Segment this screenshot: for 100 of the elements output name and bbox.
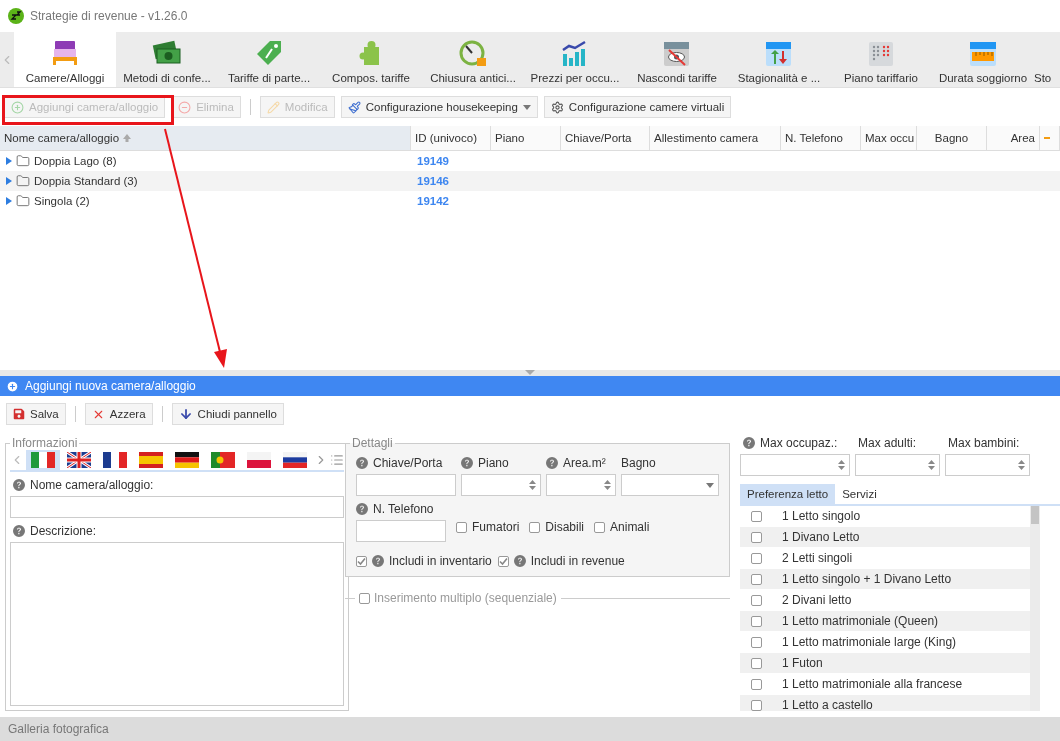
field-label: Chiave/Porta: [373, 456, 443, 470]
table-cell[interactable]: Singola (2): [34, 195, 90, 207]
help-icon: [372, 555, 384, 567]
column-header[interactable]: Chiave/Porta: [561, 126, 650, 151]
spin-field[interactable]: [461, 474, 541, 496]
checkbox-label: Includi in revenue: [530, 554, 625, 568]
checkbox[interactable]: [497, 555, 509, 567]
column-title: ID (univoco): [415, 132, 477, 144]
column-title: Max occu: [865, 132, 915, 144]
table-cell: 19142: [417, 195, 449, 207]
checkbox[interactable]: [751, 657, 762, 669]
british-flag-icon: [67, 452, 91, 468]
panel-button[interactable]: Azzera: [84, 403, 153, 425]
field-label: Bagno: [621, 456, 656, 470]
checkbox-label: 1 Letto matrimoniale (Queen): [782, 614, 939, 628]
spin-arrows-icon: [928, 459, 935, 471]
expand-caret-icon[interactable]: [6, 197, 12, 205]
checkbox[interactable]: [751, 531, 762, 543]
tab[interactable]: Servizi: [835, 484, 884, 504]
checkbox[interactable]: [751, 699, 762, 711]
ribbon-tab[interactable]: Compos. tariffe: [320, 32, 422, 87]
plus-icon: [11, 100, 24, 114]
checkbox[interactable]: [751, 678, 762, 690]
column-header[interactable]: Nome camera/alloggio: [0, 126, 411, 151]
panel-button[interactable]: Chiudi pannello: [171, 403, 284, 425]
column-header[interactable]: N. Telefono: [781, 126, 861, 151]
tab[interactable]: Preferenza letto: [740, 484, 836, 504]
checkbox-label: 2 Letti singoli: [782, 551, 853, 565]
ribbon-tab[interactable]: Prezzi per occu...: [524, 32, 626, 87]
spin-field[interactable]: [546, 474, 616, 496]
panel-button[interactable]: Salva: [6, 403, 66, 425]
input-field[interactable]: [10, 496, 344, 518]
field-label: Max bambini:: [948, 436, 1020, 450]
checkbox[interactable]: [359, 592, 370, 604]
column-header[interactable]: ID (univoco): [411, 126, 491, 151]
checkbox[interactable]: [751, 594, 762, 606]
table-cell[interactable]: Doppia Lago (8): [34, 155, 117, 167]
table-cell: 19149: [417, 155, 449, 167]
ribbon-tab[interactable]: Nascondi tariffe: [626, 32, 728, 87]
column-header[interactable]: Area: [987, 126, 1040, 151]
field-label: Descrizione:: [30, 524, 97, 538]
checkbox[interactable]: [751, 636, 762, 648]
panel-title: Aggiungi nuova camera/alloggio: [25, 379, 196, 393]
checkbox-label: 1 Letto singolo: [782, 509, 861, 523]
ribbon-tab[interactable]: Tariffe di parte...: [218, 32, 320, 87]
checkbox-label: Animali: [610, 520, 650, 534]
column-title: Area: [1010, 132, 1035, 144]
checkbox[interactable]: [751, 510, 762, 522]
table-row[interactable]: Doppia Standard (3) 19146: [0, 171, 1060, 191]
column-header[interactable]: Bagno: [917, 126, 987, 151]
checkbox-label: 1 Letto singolo + 1 Divano Letto: [782, 572, 952, 586]
ribbon-tab[interactable]: Metodi di confe...: [116, 32, 218, 87]
spin-arrows-icon: [529, 479, 536, 491]
folder-icon: [16, 174, 30, 188]
field-label: Piano: [478, 456, 509, 470]
checkbox[interactable]: [751, 552, 762, 564]
checkbox[interactable]: [594, 521, 606, 533]
toolbar-button[interactable]: Configurazione camere virtuali: [543, 96, 732, 118]
folder-icon: [16, 154, 30, 168]
column-title: Bagno: [934, 132, 969, 144]
ribbon-tab[interactable]: Camere/Alloggi: [14, 32, 116, 87]
spin-field[interactable]: [740, 454, 850, 476]
list-icon[interactable]: [330, 453, 344, 467]
column-header[interactable]: Max occu: [861, 126, 917, 151]
table-cell[interactable]: Doppia Standard (3): [34, 175, 138, 187]
german-flag-icon: [175, 452, 199, 468]
column-header[interactable]: Piano: [491, 126, 561, 151]
dropdown-button[interactable]: Configurazione housekeeping: [340, 96, 538, 118]
scrollbar-thumb[interactable]: [1031, 506, 1039, 524]
expand-caret-icon[interactable]: [6, 177, 12, 185]
ribbon-tab[interactable]: Piano tariffario: [830, 32, 932, 87]
stopwatch-icon: [457, 38, 489, 68]
column-header[interactable]: Allestimento camera: [650, 126, 781, 151]
spin-field[interactable]: [855, 454, 940, 476]
pencil-icon: [266, 100, 280, 114]
ribbon-tab[interactable]: Sto: [1034, 32, 1060, 87]
brush-icon: [347, 100, 361, 114]
checkbox[interactable]: [456, 521, 467, 533]
ribbon-tab[interactable]: Chiusura antici...: [422, 32, 524, 87]
minus-icon: [178, 100, 192, 114]
column-title: Nome camera/alloggio: [4, 132, 120, 144]
help-icon: [513, 555, 526, 567]
input-field[interactable]: [356, 474, 456, 496]
checkbox-label: 1 Letto a castello: [782, 698, 873, 711]
expand-caret-icon[interactable]: [6, 157, 12, 165]
ribbon-tab[interactable]: Durata soggiorno: [932, 32, 1034, 87]
spin-arrows-icon: [604, 479, 611, 491]
checkbox[interactable]: [529, 521, 541, 533]
scrollbar[interactable]: [1030, 506, 1040, 711]
select-field[interactable]: [621, 474, 719, 496]
checkbox[interactable]: [751, 615, 762, 627]
help-icon: [13, 525, 25, 537]
sort-up-icon: [123, 134, 132, 142]
checkbox[interactable]: [751, 573, 762, 585]
ribbon-tab[interactable]: Stagionalità e ...: [728, 32, 830, 87]
input-field[interactable]: [356, 520, 446, 542]
checkbox[interactable]: [356, 555, 367, 567]
folder-icon: [16, 194, 30, 208]
spin-field[interactable]: [945, 454, 1030, 476]
column-title: Piano: [495, 132, 525, 144]
